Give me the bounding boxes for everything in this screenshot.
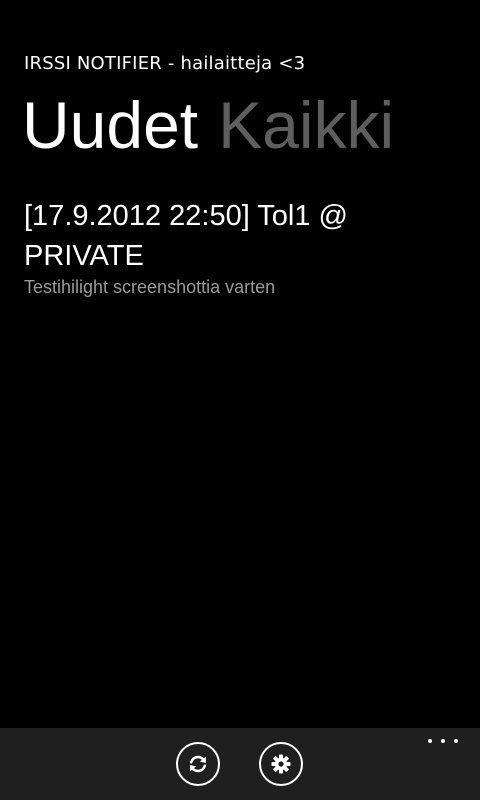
notification-item[interactable]: [17.9.2012 22:50] Tol1 @ PRIVATE Testihi… [24,196,464,298]
more-menu-button[interactable] [428,736,458,746]
app-bar [0,728,480,800]
ellipsis-icon [428,739,432,743]
refresh-icon [189,755,207,773]
settings-button[interactable] [259,742,303,786]
app-title: IRSSI NOTIFIER - hailaitteja <3 [24,53,306,74]
notification-list: [17.9.2012 22:50] Tol1 @ PRIVATE Testihi… [24,196,464,298]
notification-title: [17.9.2012 22:50] Tol1 @ PRIVATE [24,200,348,272]
pivot-tab-uudet[interactable]: Uudet [22,86,198,164]
pivot-headers: Uudet Kaikki [22,86,414,164]
notification-message: Testihilight screenshottia varten [24,277,276,297]
pivot-tab-kaikki[interactable]: Kaikki [218,86,394,164]
refresh-button[interactable] [176,742,220,786]
gear-icon [271,754,291,774]
